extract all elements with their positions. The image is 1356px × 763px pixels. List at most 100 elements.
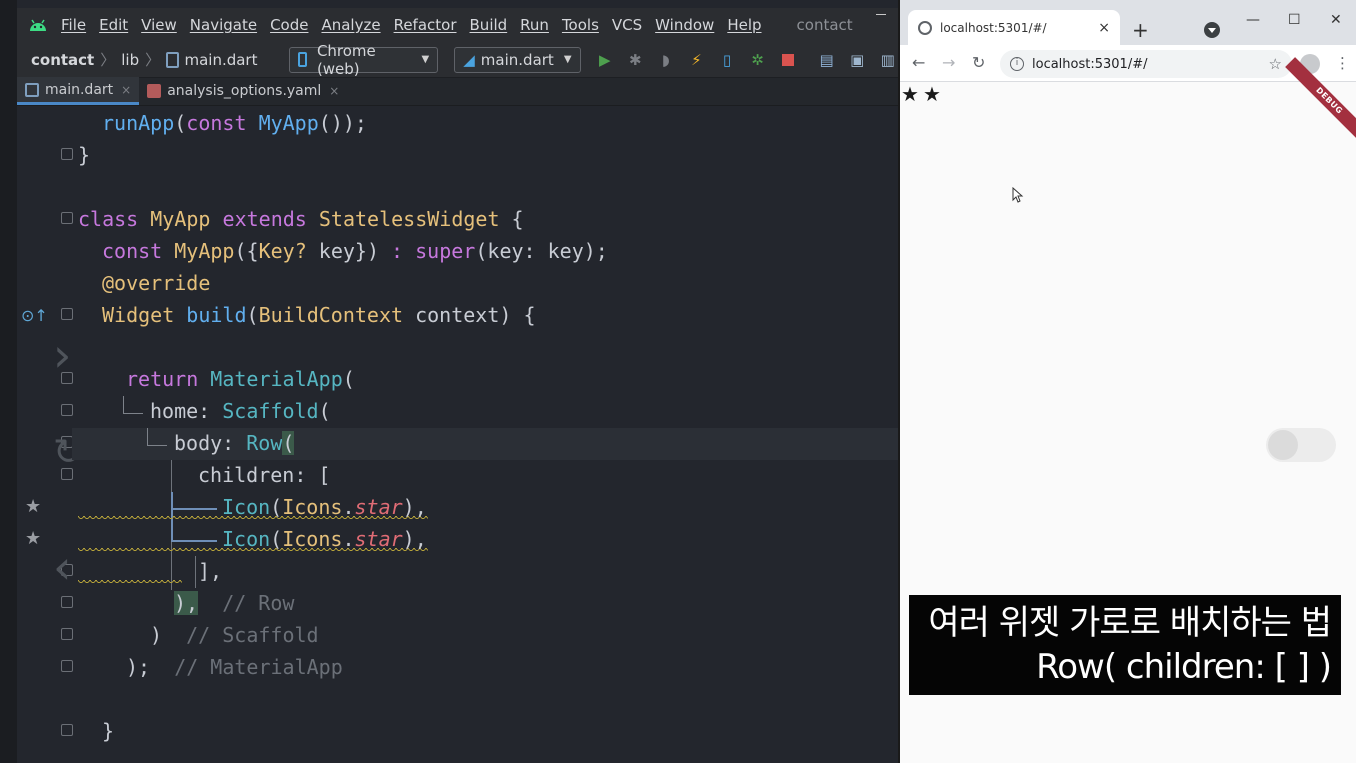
tab-search-icon[interactable] [1204,22,1220,38]
code-token: . [342,495,355,519]
menu-analyze[interactable]: Analyze [321,16,380,34]
override-method-icon[interactable]: ⊙↑ [21,306,48,325]
menu-vcs[interactable]: VCS [612,16,642,34]
code-token: MyApp [174,239,235,263]
menu-tools[interactable]: Tools [562,16,599,34]
bookmark-star-icon[interactable]: ☆ [1269,55,1282,73]
code-token: ), [174,591,199,615]
phone-icon [298,52,307,67]
breadcrumb-file[interactable]: main.dart [184,51,257,69]
code-comment: // Row [222,591,295,615]
browser-tab[interactable]: localhost:5301/#/ × [908,10,1120,45]
editor-gutter: ⊙↑ ★ ★ › ↻ ‹ [17,106,83,763]
tab-main-dart[interactable]: main.dart × [17,77,140,105]
ide-toolbar: contact 〉 lib 〉 main.dart Chrome (web) ▼… [17,42,898,78]
caption-line-1: 여러 위젯 가로로 배치하는 법 [928,603,1332,643]
code-token: body: [174,431,247,455]
code-line-10: home: Scaffold( [150,395,331,427]
breadcrumb-folder[interactable]: lib [121,51,139,69]
code-editor[interactable]: runApp(const MyApp()); } class MyApp ext… [72,106,898,763]
new-tab-button[interactable]: + [1132,18,1149,42]
code-comment: // MaterialApp [174,655,343,679]
code-token: context) { [403,303,536,327]
code-token: ()); [318,111,367,135]
address-bar-url: localhost:5301/#/ [1032,56,1148,72]
ide-left-strip [0,0,17,763]
flutter-inspector-icon[interactable]: ▯ [717,49,738,71]
caption-line-2: Row( children: [ ] ) [1036,647,1332,687]
browser-tab-title: localhost:5301/#/ [940,20,1047,35]
menu-file[interactable]: File [61,16,86,34]
toggle-switch [1266,428,1336,462]
menu-code[interactable]: Code [270,16,308,34]
indent-guide [171,540,217,542]
breadcrumb-project[interactable]: contact [31,51,94,69]
debug-icon[interactable]: ✱ [625,49,646,71]
code-token: ), [402,527,427,551]
minimize-button[interactable]: — [1246,12,1260,28]
attach-debugger-icon[interactable]: ✲ [747,49,768,71]
code-token: MyApp [258,111,319,135]
yaml-file-icon [147,84,162,98]
project-structure-icon[interactable]: ▤ [816,49,837,71]
menu-window[interactable]: Window [655,16,714,34]
breadcrumb-separator-icon: 〉 [100,51,116,69]
close-icon[interactable]: × [1098,20,1110,36]
device-manager-icon[interactable]: ▥ [877,49,898,71]
hot-reload-icon[interactable]: ⚡ [686,49,707,71]
code-line-13: Icon(Icons.star), [222,491,427,523]
reload-button[interactable]: ↻ [972,53,985,72]
code-token: const [102,239,163,263]
star-icon: ★ [923,82,941,106]
close-icon[interactable]: × [121,83,131,97]
coverage-icon[interactable]: ◗ [656,49,677,71]
code-line-14: Icon(Icons.star), [222,523,427,555]
code-token: ) [150,623,163,647]
code-token: ( [270,527,283,551]
info-icon[interactable]: i [1010,57,1024,71]
code-token: Icon [222,495,271,519]
code-line-5: const MyApp({Key? key}) : super(key: key… [102,235,608,267]
warning-squiggle [78,580,182,586]
ide-window: File Edit View Navigate Code Analyze Ref… [0,0,898,763]
chevron-down-icon: ▼ [421,54,430,65]
code-line-17: ) // Scaffold [150,619,319,651]
menu-edit[interactable]: Edit [99,16,128,34]
run-config-selector[interactable]: ◢ main.dart ▼ [454,46,581,73]
forward-button[interactable]: → [942,53,955,72]
device-selector[interactable]: Chrome (web) ▼ [289,42,439,78]
menu-build[interactable]: Build [470,16,508,34]
close-icon[interactable]: × [329,84,339,98]
code-token: children: [198,463,319,487]
menu-view[interactable]: View [141,16,177,34]
close-window-button[interactable]: ✕ [1330,12,1342,28]
code-line-11: body: Row( [174,427,295,459]
dart-file-icon [25,82,39,97]
code-token: Widget [102,303,175,327]
code-token: ( [282,431,295,455]
tab-analysis-options[interactable]: analysis_options.yaml × [139,77,347,105]
code-token: Key? [258,239,307,263]
menu-help[interactable]: Help [727,16,761,34]
code-token: build [186,303,247,327]
chevron-down-icon: ▼ [563,54,572,65]
address-bar[interactable]: i localhost:5301/#/ ☆ [1000,50,1292,78]
stop-icon[interactable] [778,49,799,71]
terminal-icon[interactable]: ▣ [847,49,868,71]
menu-refactor[interactable]: Refactor [394,16,457,34]
code-token: star [354,527,403,551]
menu-run[interactable]: Run [520,16,549,34]
breadcrumb-separator-icon: 〉 [145,51,161,69]
browser-menu-icon[interactable]: ⋮ [1335,54,1350,72]
back-button[interactable]: ← [912,53,925,72]
maximize-button[interactable]: ☐ [1288,12,1301,28]
run-icon[interactable]: ▶ [595,49,616,71]
menu-navigate[interactable]: Navigate [190,16,257,34]
indent-guide [195,556,196,588]
minimize-icon[interactable] [876,14,886,15]
android-studio-logo-icon [23,14,53,36]
code-token: star [354,495,403,519]
indent-guide [147,428,148,446]
editor-tabbar: main.dart × analysis_options.yaml × [17,77,898,106]
